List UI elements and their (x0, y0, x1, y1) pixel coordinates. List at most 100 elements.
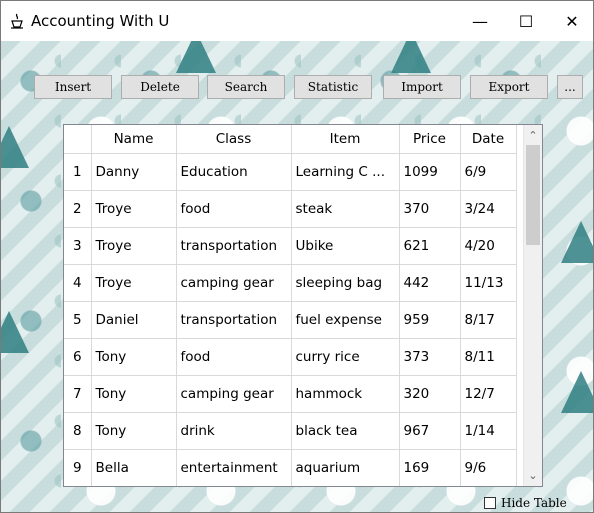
scroll-up-button[interactable]: ⌃ (524, 127, 542, 144)
cell-class[interactable]: transportation (176, 227, 292, 265)
table-row[interactable]: 9 Bella entertainment aquarium 169 9/6 (64, 449, 517, 486)
row-index[interactable]: 2 (64, 190, 92, 228)
cell-item[interactable]: black tea (291, 412, 400, 450)
search-button[interactable]: Search (207, 75, 285, 99)
cell-price[interactable]: 959 (399, 301, 461, 339)
export-button[interactable]: Export (470, 75, 548, 99)
cell-class[interactable]: Education (176, 153, 292, 191)
cell-name[interactable]: Tony (91, 375, 177, 413)
scroll-down-button[interactable]: ⌄ (524, 467, 542, 484)
table-row[interactable]: 7 Tony camping gear hammock 320 12/7 (64, 375, 517, 413)
cell-price[interactable]: 320 (399, 375, 461, 413)
background-tree-decoration (1, 311, 29, 353)
column-header-class[interactable]: Class (176, 125, 292, 154)
client-area: Insert Delete Search Statistic Import Ex… (1, 41, 593, 512)
cell-price[interactable]: 370 (399, 190, 461, 228)
cell-price[interactable]: 373 (399, 338, 461, 376)
table-row[interactable]: 1 Danny Education Learning C ... 1099 6/… (64, 153, 517, 191)
cell-name[interactable]: Danny (91, 153, 177, 191)
row-index[interactable]: 9 (64, 449, 92, 486)
cell-name[interactable]: Troye (91, 190, 177, 228)
column-header-name[interactable]: Name (91, 125, 177, 154)
cell-class[interactable]: food (176, 338, 292, 376)
chevron-down-icon: ⌄ (528, 469, 538, 482)
row-index[interactable]: 7 (64, 375, 92, 413)
background-tree-decoration (561, 221, 593, 263)
table-row[interactable]: 4 Troye camping gear sleeping bag 442 11… (64, 264, 517, 302)
vertical-scrollbar[interactable]: ⌃ ⌄ (523, 125, 542, 486)
table-row[interactable]: 3 Troye transportation Ubike 621 4/20 (64, 227, 517, 265)
row-index[interactable]: 6 (64, 338, 92, 376)
cell-date[interactable]: 11/13 (460, 264, 517, 302)
cell-price[interactable]: 169 (399, 449, 461, 486)
row-index[interactable]: 4 (64, 264, 92, 302)
cell-class[interactable]: drink (176, 412, 292, 450)
table-header-row: Name Class Item Price Date (64, 125, 517, 154)
more-button[interactable]: ... (557, 75, 583, 99)
cell-price[interactable]: 621 (399, 227, 461, 265)
background-tree-decoration (391, 41, 431, 73)
statistic-button[interactable]: Statistic (294, 75, 372, 99)
maximize-button[interactable]: ☐ (503, 1, 549, 41)
cell-name[interactable]: Troye (91, 264, 177, 302)
cell-class[interactable]: entertainment (176, 449, 292, 486)
scrollbar-thumb[interactable] (526, 145, 540, 245)
cell-date[interactable]: 9/6 (460, 449, 517, 486)
cell-item[interactable]: Ubike (291, 227, 400, 265)
title-bar[interactable]: Accounting With U — ☐ ✕ (1, 1, 593, 41)
cell-name[interactable]: Bella (91, 449, 177, 486)
import-button[interactable]: Import (383, 75, 461, 99)
app-icon (11, 13, 23, 29)
cell-class[interactable]: food (176, 190, 292, 228)
column-header-item[interactable]: Item (291, 125, 400, 154)
cell-date[interactable]: 6/9 (460, 153, 517, 191)
cell-date[interactable]: 1/14 (460, 412, 517, 450)
cell-class[interactable]: transportation (176, 301, 292, 339)
row-index[interactable]: 8 (64, 412, 92, 450)
cell-name[interactable]: Daniel (91, 301, 177, 339)
cell-item[interactable]: aquarium (291, 449, 400, 486)
data-grid[interactable]: Name Class Item Price Date 1 Danny Educa… (63, 124, 543, 487)
cell-date[interactable]: 8/11 (460, 338, 517, 376)
row-index[interactable]: 1 (64, 153, 92, 191)
cell-item[interactable]: hammock (291, 375, 400, 413)
insert-button[interactable]: Insert (34, 75, 112, 99)
data-table: Name Class Item Price Date 1 Danny Educa… (64, 125, 517, 486)
delete-button[interactable]: Delete (121, 75, 199, 99)
row-index[interactable]: 3 (64, 227, 92, 265)
cell-class[interactable]: camping gear (176, 375, 292, 413)
cell-price[interactable]: 442 (399, 264, 461, 302)
cell-name[interactable]: Tony (91, 338, 177, 376)
table-row[interactable]: 8 Tony drink black tea 967 1/14 (64, 412, 517, 450)
table-row[interactable]: 5 Daniel transportation fuel expense 959… (64, 301, 517, 339)
close-button[interactable]: ✕ (549, 1, 593, 41)
cell-item[interactable]: fuel expense (291, 301, 400, 339)
cell-price[interactable]: 1099 (399, 153, 461, 191)
maximize-icon: ☐ (518, 11, 534, 31)
column-header-price[interactable]: Price (399, 125, 461, 154)
hide-table-checkbox[interactable] (484, 497, 496, 509)
cell-class[interactable]: camping gear (176, 264, 292, 302)
table-row[interactable]: 2 Troye food steak 370 3/24 (64, 190, 517, 228)
cell-item[interactable]: curry rice (291, 338, 400, 376)
cell-price[interactable]: 967 (399, 412, 461, 450)
app-window: Accounting With U — ☐ ✕ Insert Delete Se… (0, 0, 594, 513)
cell-date[interactable]: 8/17 (460, 301, 517, 339)
row-index[interactable]: 5 (64, 301, 92, 339)
hide-table-label: Hide Table (501, 496, 567, 510)
cell-item[interactable]: sleeping bag (291, 264, 400, 302)
minimize-button[interactable]: — (457, 1, 503, 41)
cell-item[interactable]: Learning C ... (291, 153, 400, 191)
cell-name[interactable]: Tony (91, 412, 177, 450)
cell-date[interactable]: 4/20 (460, 227, 517, 265)
cell-item[interactable]: steak (291, 190, 400, 228)
row-header-corner (64, 125, 92, 154)
cell-name[interactable]: Troye (91, 227, 177, 265)
chevron-up-icon: ⌃ (528, 129, 538, 142)
hide-table-toggle[interactable]: Hide Table (484, 496, 567, 510)
cell-date[interactable]: 12/7 (460, 375, 517, 413)
table-row[interactable]: 6 Tony food curry rice 373 8/11 (64, 338, 517, 376)
background-tree-decoration (561, 371, 593, 413)
cell-date[interactable]: 3/24 (460, 190, 517, 228)
column-header-date[interactable]: Date (460, 125, 517, 154)
